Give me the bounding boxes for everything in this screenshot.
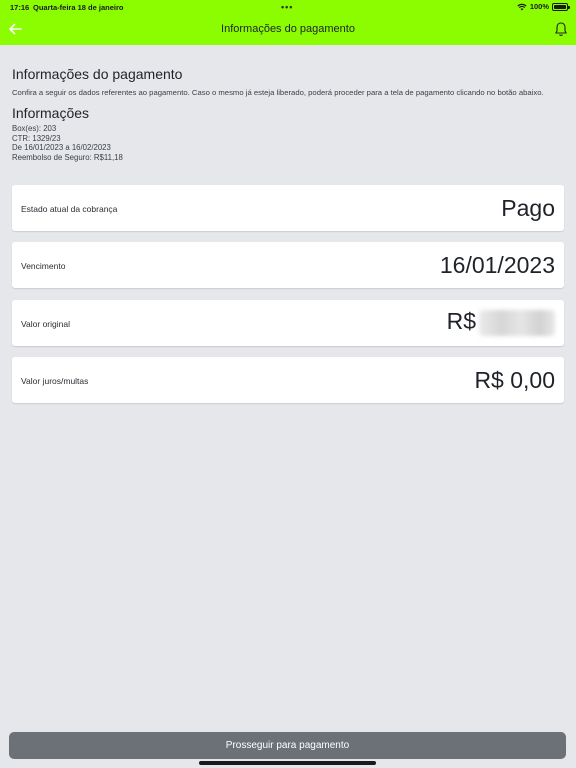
card-due-date: Vencimento 16/01/2023 (12, 242, 564, 288)
card-interest-fees: Valor juros/multas R$ 0,00 (12, 357, 564, 403)
card-label: Estado atual da cobrança (21, 204, 118, 214)
home-indicator[interactable] (199, 761, 376, 765)
card-label: Vencimento (21, 261, 66, 271)
status-date: Quarta-feira 18 de janeiro (33, 3, 124, 12)
info-insurance-refund: Reembolso de Seguro: R$11,18 (12, 152, 123, 162)
app-header: 17:16 Quarta-feira 18 de janeiro ••• 100… (0, 0, 576, 45)
card-value: R$ 0,00 (474, 367, 555, 393)
status-right: 100% (517, 2, 570, 11)
status-bar: 17:16 Quarta-feira 18 de janeiro ••• 100… (0, 0, 576, 14)
card-billing-status: Estado atual da cobrança Pago (12, 185, 564, 231)
info-boxes: Box(es): 203 (12, 124, 57, 133)
page-title: Informações do pagamento (221, 23, 355, 35)
battery-percentage: 100% (529, 2, 549, 11)
description-text: Confira a seguir os dados referentes ao … (12, 88, 544, 97)
card-value: Pago (501, 195, 555, 221)
bell-icon[interactable] (554, 21, 568, 37)
card-value: 16/01/2023 (439, 252, 555, 278)
info-ctr: CTR: 1329/23 (12, 133, 61, 143)
card-original-value: Valor original R$ (12, 300, 564, 346)
proceed-to-payment-button[interactable]: Prosseguir para pagamento (9, 732, 566, 759)
info-list: Box(es): 203 CTR: 1329/23 De 16/01/2023 … (12, 124, 564, 162)
wifi-icon (517, 3, 527, 10)
blurred-amount (479, 309, 555, 336)
battery-icon (552, 2, 570, 11)
card-value-wrapper: R$ (447, 308, 555, 336)
payment-info-section: Informações do pagamento Confira a segui… (12, 66, 564, 162)
info-period: De 16/01/2023 a 16/02/2023 (12, 143, 111, 152)
section-heading: Informações do pagamento (12, 66, 183, 82)
multitasking-dots[interactable]: ••• (281, 2, 293, 12)
card-label: Valor original (21, 319, 70, 329)
card-label: Valor juros/multas (21, 376, 89, 386)
info-heading: Informações (12, 105, 90, 121)
card-value-currency: R$ (446, 308, 476, 334)
status-time: 17:16 (10, 3, 30, 12)
